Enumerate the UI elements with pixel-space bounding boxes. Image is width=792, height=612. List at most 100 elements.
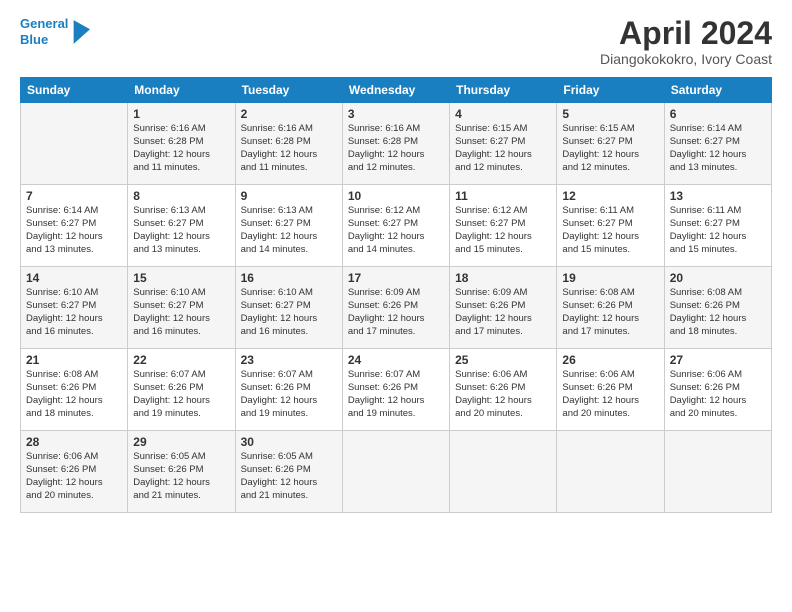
day-info: Sunrise: 6:15 AMSunset: 6:27 PMDaylight:… (562, 123, 658, 174)
day-info: Sunrise: 6:16 AMSunset: 6:28 PMDaylight:… (133, 123, 229, 174)
day-info: Sunrise: 6:09 AMSunset: 6:26 PMDaylight:… (348, 287, 444, 338)
calendar-cell: 3 Sunrise: 6:16 AMSunset: 6:28 PMDaylight… (342, 103, 449, 185)
day-number: 30 (241, 435, 337, 449)
calendar-cell: 21 Sunrise: 6:08 AMSunset: 6:26 PMDayligh… (21, 349, 128, 431)
day-number: 15 (133, 271, 229, 285)
calendar-cell: 2 Sunrise: 6:16 AMSunset: 6:28 PMDaylight… (235, 103, 342, 185)
calendar-cell: 5 Sunrise: 6:15 AMSunset: 6:27 PMDaylight… (557, 103, 664, 185)
day-number: 5 (562, 107, 658, 121)
day-number: 16 (241, 271, 337, 285)
day-number: 27 (670, 353, 766, 367)
week-row-4: 21 Sunrise: 6:08 AMSunset: 6:26 PMDayligh… (21, 349, 772, 431)
calendar-cell: 14 Sunrise: 6:10 AMSunset: 6:27 PMDayligh… (21, 267, 128, 349)
day-number: 26 (562, 353, 658, 367)
page: General Blue April 2024 Diangokokokro, I… (0, 0, 792, 612)
day-info: Sunrise: 6:08 AMSunset: 6:26 PMDaylight:… (26, 369, 122, 420)
day-number: 12 (562, 189, 658, 203)
calendar-cell: 8 Sunrise: 6:13 AMSunset: 6:27 PMDaylight… (128, 185, 235, 267)
day-info: Sunrise: 6:13 AMSunset: 6:27 PMDaylight:… (133, 205, 229, 256)
calendar-cell: 7 Sunrise: 6:14 AMSunset: 6:27 PMDaylight… (21, 185, 128, 267)
day-info: Sunrise: 6:06 AMSunset: 6:26 PMDaylight:… (562, 369, 658, 420)
month-title: April 2024 (600, 16, 772, 51)
calendar-cell (21, 103, 128, 185)
day-number: 24 (348, 353, 444, 367)
day-number: 20 (670, 271, 766, 285)
day-info: Sunrise: 6:09 AMSunset: 6:26 PMDaylight:… (455, 287, 551, 338)
day-info: Sunrise: 6:14 AMSunset: 6:27 PMDaylight:… (26, 205, 122, 256)
day-number: 7 (26, 189, 122, 203)
day-info: Sunrise: 6:15 AMSunset: 6:27 PMDaylight:… (455, 123, 551, 174)
col-header-wednesday: Wednesday (342, 78, 449, 103)
day-number: 14 (26, 271, 122, 285)
calendar-cell: 24 Sunrise: 6:07 AMSunset: 6:26 PMDayligh… (342, 349, 449, 431)
day-info: Sunrise: 6:13 AMSunset: 6:27 PMDaylight:… (241, 205, 337, 256)
calendar-cell: 18 Sunrise: 6:09 AMSunset: 6:26 PMDayligh… (450, 267, 557, 349)
calendar-cell: 1 Sunrise: 6:16 AMSunset: 6:28 PMDaylight… (128, 103, 235, 185)
day-number: 17 (348, 271, 444, 285)
day-info: Sunrise: 6:06 AMSunset: 6:26 PMDaylight:… (26, 451, 122, 502)
calendar-cell: 19Sunrise: 6:08 AMSunset: 6:26 PMDayligh… (557, 267, 664, 349)
day-number: 9 (241, 189, 337, 203)
day-info: Sunrise: 6:12 AMSunset: 6:27 PMDaylight:… (455, 205, 551, 256)
day-number: 8 (133, 189, 229, 203)
logo-line2: Blue (20, 32, 48, 47)
calendar-cell: 6Sunrise: 6:14 AMSunset: 6:27 PMDaylight… (664, 103, 771, 185)
day-number: 18 (455, 271, 551, 285)
location: Diangokokokro, Ivory Coast (600, 51, 772, 67)
calendar-cell: 28Sunrise: 6:06 AMSunset: 6:26 PMDayligh… (21, 431, 128, 513)
calendar-cell: 10 Sunrise: 6:12 AMSunset: 6:27 PMDayligh… (342, 185, 449, 267)
day-info: Sunrise: 6:06 AMSunset: 6:26 PMDaylight:… (670, 369, 766, 420)
calendar-cell: 15 Sunrise: 6:10 AMSunset: 6:27 PMDayligh… (128, 267, 235, 349)
day-info: Sunrise: 6:14 AMSunset: 6:27 PMDaylight:… (670, 123, 766, 174)
day-number: 10 (348, 189, 444, 203)
calendar-cell: 11 Sunrise: 6:12 AMSunset: 6:27 PMDayligh… (450, 185, 557, 267)
day-info: Sunrise: 6:10 AMSunset: 6:27 PMDaylight:… (26, 287, 122, 338)
calendar-cell: 29 Sunrise: 6:05 AMSunset: 6:26 PMDayligh… (128, 431, 235, 513)
logo: General Blue (20, 16, 90, 47)
day-number: 2 (241, 107, 337, 121)
calendar-cell: 9 Sunrise: 6:13 AMSunset: 6:27 PMDaylight… (235, 185, 342, 267)
logo-text: General Blue (20, 16, 68, 47)
week-row-2: 7 Sunrise: 6:14 AMSunset: 6:27 PMDaylight… (21, 185, 772, 267)
calendar-cell: 12 Sunrise: 6:11 AMSunset: 6:27 PMDayligh… (557, 185, 664, 267)
day-number: 21 (26, 353, 122, 367)
day-info: Sunrise: 6:07 AMSunset: 6:26 PMDaylight:… (133, 369, 229, 420)
day-number: 4 (455, 107, 551, 121)
day-number: 13 (670, 189, 766, 203)
calendar-cell (557, 431, 664, 513)
day-number: 29 (133, 435, 229, 449)
calendar-cell (664, 431, 771, 513)
col-header-thursday: Thursday (450, 78, 557, 103)
calendar-cell: 25Sunrise: 6:06 AMSunset: 6:26 PMDayligh… (450, 349, 557, 431)
header: General Blue April 2024 Diangokokokro, I… (20, 16, 772, 67)
day-number: 3 (348, 107, 444, 121)
day-number: 11 (455, 189, 551, 203)
day-info: Sunrise: 6:11 AMSunset: 6:27 PMDaylight:… (562, 205, 658, 256)
col-header-friday: Friday (557, 78, 664, 103)
week-row-5: 28Sunrise: 6:06 AMSunset: 6:26 PMDayligh… (21, 431, 772, 513)
calendar-table: SundayMondayTuesdayWednesdayThursdayFrid… (20, 77, 772, 513)
day-info: Sunrise: 6:07 AMSunset: 6:26 PMDaylight:… (348, 369, 444, 420)
calendar-cell: 4 Sunrise: 6:15 AMSunset: 6:27 PMDaylight… (450, 103, 557, 185)
logo-line1: General (20, 16, 68, 31)
day-info: Sunrise: 6:05 AMSunset: 6:26 PMDaylight:… (241, 451, 337, 502)
day-info: Sunrise: 6:05 AMSunset: 6:26 PMDaylight:… (133, 451, 229, 502)
week-row-1: 1 Sunrise: 6:16 AMSunset: 6:28 PMDaylight… (21, 103, 772, 185)
day-info: Sunrise: 6:10 AMSunset: 6:27 PMDaylight:… (133, 287, 229, 338)
day-info: Sunrise: 6:12 AMSunset: 6:27 PMDaylight:… (348, 205, 444, 256)
day-info: Sunrise: 6:16 AMSunset: 6:28 PMDaylight:… (348, 123, 444, 174)
calendar-cell (450, 431, 557, 513)
col-header-sunday: Sunday (21, 78, 128, 103)
day-info: Sunrise: 6:07 AMSunset: 6:26 PMDaylight:… (241, 369, 337, 420)
day-number: 25 (455, 353, 551, 367)
day-info: Sunrise: 6:10 AMSunset: 6:27 PMDaylight:… (241, 287, 337, 338)
title-section: April 2024 Diangokokokro, Ivory Coast (600, 16, 772, 67)
calendar-cell: 27 Sunrise: 6:06 AMSunset: 6:26 PMDayligh… (664, 349, 771, 431)
day-info: Sunrise: 6:08 AMSunset: 6:26 PMDaylight:… (670, 287, 766, 338)
calendar-cell: 26 Sunrise: 6:06 AMSunset: 6:26 PMDayligh… (557, 349, 664, 431)
day-number: 1 (133, 107, 229, 121)
col-header-saturday: Saturday (664, 78, 771, 103)
day-info: Sunrise: 6:11 AMSunset: 6:27 PMDaylight:… (670, 205, 766, 256)
day-info: Sunrise: 6:16 AMSunset: 6:28 PMDaylight:… (241, 123, 337, 174)
col-header-tuesday: Tuesday (235, 78, 342, 103)
